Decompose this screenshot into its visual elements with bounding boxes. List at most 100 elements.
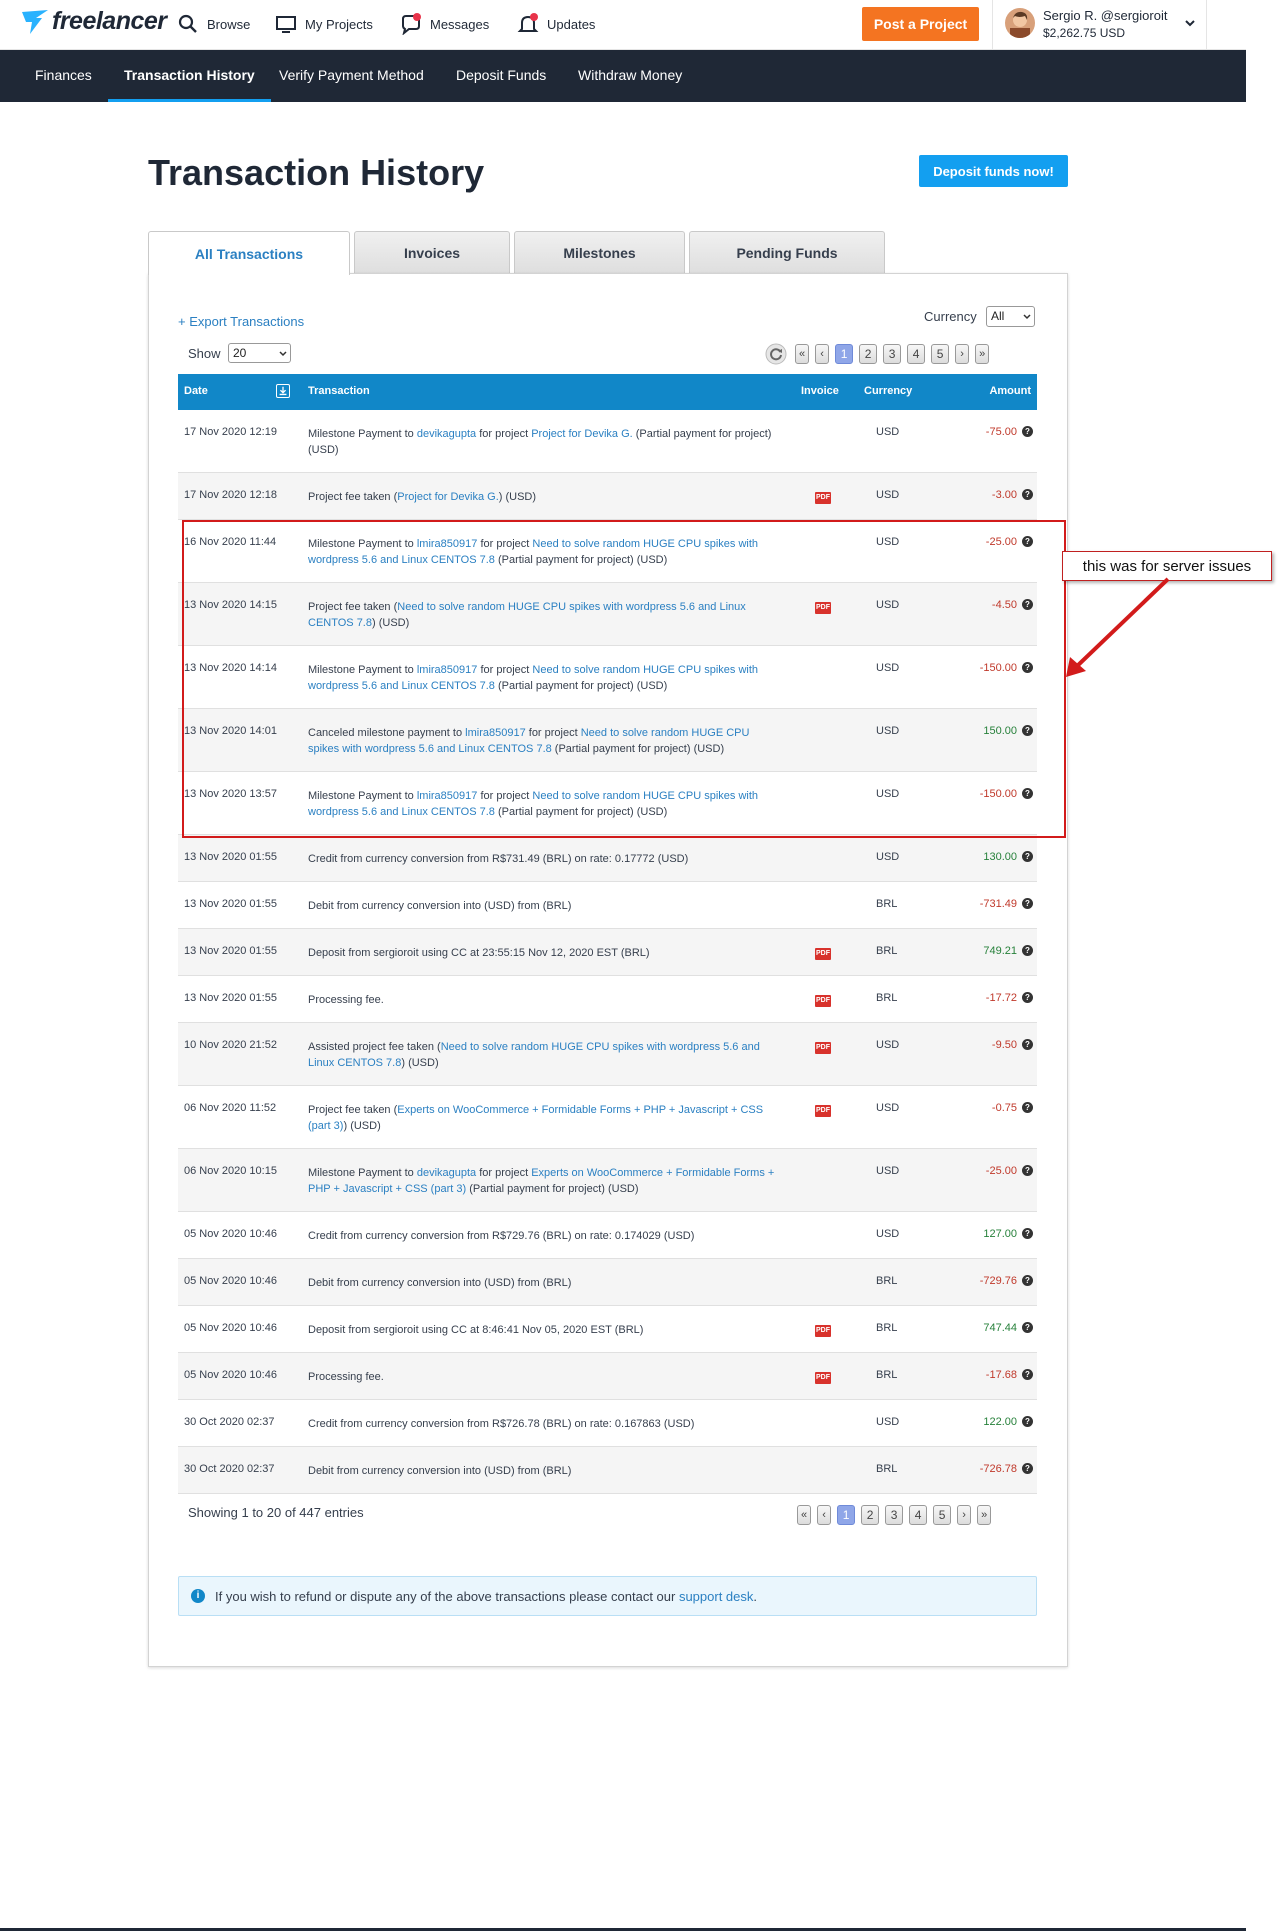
help-icon[interactable]: ? xyxy=(1022,1322,1033,1333)
pagination-page-2[interactable]: 2 xyxy=(861,1505,880,1525)
nav-my-projects[interactable]: My Projects xyxy=(275,13,373,35)
transaction-link[interactable]: lmira850917 xyxy=(465,727,526,739)
pagination-page-1[interactable]: 1 xyxy=(837,1505,856,1525)
help-icon[interactable]: ? xyxy=(1022,992,1033,1003)
cell-date: 13 Nov 2020 13:57 xyxy=(184,788,277,800)
freelancer-logo[interactable]: freelancer xyxy=(20,6,167,36)
subnav-transaction-history[interactable]: Transaction History xyxy=(108,50,271,102)
transaction-text: Processing fee. xyxy=(308,1371,384,1383)
pdf-invoice-icon[interactable]: PDF xyxy=(815,602,831,614)
pdf-invoice-icon[interactable]: PDF xyxy=(815,1105,831,1117)
nav-browse-label: Browse xyxy=(207,16,251,32)
help-icon[interactable]: ? xyxy=(1022,1039,1033,1050)
pdf-invoice-icon[interactable]: PDF xyxy=(815,1042,831,1054)
transaction-text: Milestone Payment to xyxy=(308,790,417,802)
help-icon[interactable]: ? xyxy=(1022,1463,1033,1474)
pdf-invoice-icon[interactable]: PDF xyxy=(815,1372,831,1384)
pdf-invoice-icon[interactable]: PDF xyxy=(815,995,831,1007)
nav-messages[interactable]: Messages xyxy=(400,13,489,35)
nav-updates[interactable]: Updates xyxy=(517,13,595,35)
help-icon[interactable]: ? xyxy=(1022,851,1033,862)
help-icon[interactable]: ? xyxy=(1022,662,1033,673)
currency-select[interactable]: All xyxy=(986,306,1035,327)
post-project-button[interactable]: Post a Project xyxy=(862,7,979,41)
tab-invoices[interactable]: Invoices xyxy=(354,231,510,274)
help-icon[interactable]: ? xyxy=(1022,1165,1033,1176)
cell-currency: BRL xyxy=(876,1275,898,1287)
help-icon[interactable]: ? xyxy=(1022,1102,1033,1113)
subnav-deposit-funds[interactable]: Deposit Funds xyxy=(440,50,562,102)
help-icon[interactable]: ? xyxy=(1022,1369,1033,1380)
subnav-verify-payment[interactable]: Verify Payment Method xyxy=(263,50,440,102)
subnav-finances[interactable]: Finances xyxy=(19,50,108,102)
pagination-page-4[interactable]: 4 xyxy=(907,344,926,364)
transaction-link[interactable]: lmira850917 xyxy=(417,538,478,550)
user-menu[interactable]: Sergio R. @sergioroit $2,262.75 USD xyxy=(992,0,1207,50)
help-icon[interactable]: ? xyxy=(1022,945,1033,956)
cell-amount: -0.75 xyxy=(991,1102,1017,1114)
pagination-page-3[interactable]: 3 xyxy=(885,1505,904,1525)
pdf-invoice-icon[interactable]: PDF xyxy=(815,1325,831,1337)
pdf-icon-label: PDF xyxy=(815,602,831,614)
pagination-last[interactable]: » xyxy=(975,344,990,364)
help-icon[interactable]: ? xyxy=(1022,898,1033,909)
tab-all-transactions[interactable]: All Transactions xyxy=(148,231,350,275)
page-size-value: 20 xyxy=(233,346,247,360)
help-icon[interactable]: ? xyxy=(1022,489,1033,500)
cell-transaction: Milestone Payment to devikagupta for pro… xyxy=(308,1165,776,1197)
support-desk-link[interactable]: support desk xyxy=(679,1589,753,1604)
help-icon[interactable]: ? xyxy=(1022,536,1033,547)
help-icon[interactable]: ? xyxy=(1022,1275,1033,1286)
help-icon[interactable]: ? xyxy=(1022,788,1033,799)
transaction-link[interactable]: lmira850917 xyxy=(417,664,478,676)
pdf-invoice-icon[interactable]: PDF xyxy=(815,492,831,504)
export-transactions-link[interactable]: + Export Transactions xyxy=(178,314,304,329)
pagination-page-3[interactable]: 3 xyxy=(883,344,902,364)
pagination-page-5[interactable]: 5 xyxy=(931,344,950,364)
help-icon[interactable]: ? xyxy=(1022,426,1033,437)
currency-select-value: All xyxy=(991,309,1005,323)
help-icon[interactable]: ? xyxy=(1022,725,1033,736)
transaction-link[interactable]: devikagupta xyxy=(417,428,476,440)
pagination-page-1[interactable]: 1 xyxy=(835,344,854,364)
help-icon[interactable]: ? xyxy=(1022,1228,1033,1239)
table-row: 05 Nov 2020 10:46 Debit from currency con… xyxy=(178,1259,1037,1306)
nav-browse[interactable]: Browse xyxy=(177,13,250,35)
chevron-down-icon xyxy=(1185,20,1195,27)
help-icon[interactable]: ? xyxy=(1022,1416,1033,1427)
column-header-currency: Currency xyxy=(864,385,913,397)
transaction-link[interactable]: Project for Devika G. xyxy=(531,428,632,440)
refresh-icon[interactable] xyxy=(765,343,787,365)
cell-amount: 749.21 xyxy=(983,945,1017,957)
column-header-date[interactable]: Date xyxy=(184,385,208,397)
help-icon[interactable]: ? xyxy=(1022,599,1033,610)
page-size-select[interactable]: 20 xyxy=(228,343,291,363)
pagination-last[interactable]: » xyxy=(977,1505,992,1525)
transaction-text: Deposit from sergioroit using CC at 23:5… xyxy=(308,947,650,959)
tab-pending-funds[interactable]: Pending Funds xyxy=(689,231,885,274)
cell-transaction: Debit from currency conversion into (USD… xyxy=(308,1463,776,1479)
pagination-first[interactable]: « xyxy=(797,1505,812,1525)
pagination-next[interactable]: › xyxy=(957,1505,972,1525)
transaction-text: for project xyxy=(525,727,581,739)
pdf-invoice-icon[interactable]: PDF xyxy=(815,948,831,960)
transaction-link[interactable]: lmira850917 xyxy=(417,790,478,802)
transaction-text: Milestone Payment to xyxy=(308,428,417,440)
subnav-withdraw-money[interactable]: Withdraw Money xyxy=(562,50,698,102)
pagination-first[interactable]: « xyxy=(795,344,810,364)
pagination-next[interactable]: › xyxy=(955,344,970,364)
pdf-icon-label: PDF xyxy=(815,1372,831,1384)
transaction-text: Credit from currency conversion from R$7… xyxy=(308,853,689,865)
pagination-prev[interactable]: ‹ xyxy=(817,1505,832,1525)
pdf-icon-label: PDF xyxy=(815,995,831,1007)
pagination-page-4[interactable]: 4 xyxy=(909,1505,928,1525)
transaction-link[interactable]: devikagupta xyxy=(417,1167,476,1179)
cell-transaction: Deposit from sergioroit using CC at 23:5… xyxy=(308,945,776,961)
sort-download-icon[interactable] xyxy=(276,384,290,398)
tab-milestones[interactable]: Milestones xyxy=(514,231,685,274)
pagination-prev[interactable]: ‹ xyxy=(815,344,830,364)
pagination-page-2[interactable]: 2 xyxy=(859,344,878,364)
pagination-page-5[interactable]: 5 xyxy=(933,1505,952,1525)
deposit-funds-now-button[interactable]: Deposit funds now! xyxy=(919,155,1068,187)
transaction-link[interactable]: Project for Devika G. xyxy=(397,491,498,503)
